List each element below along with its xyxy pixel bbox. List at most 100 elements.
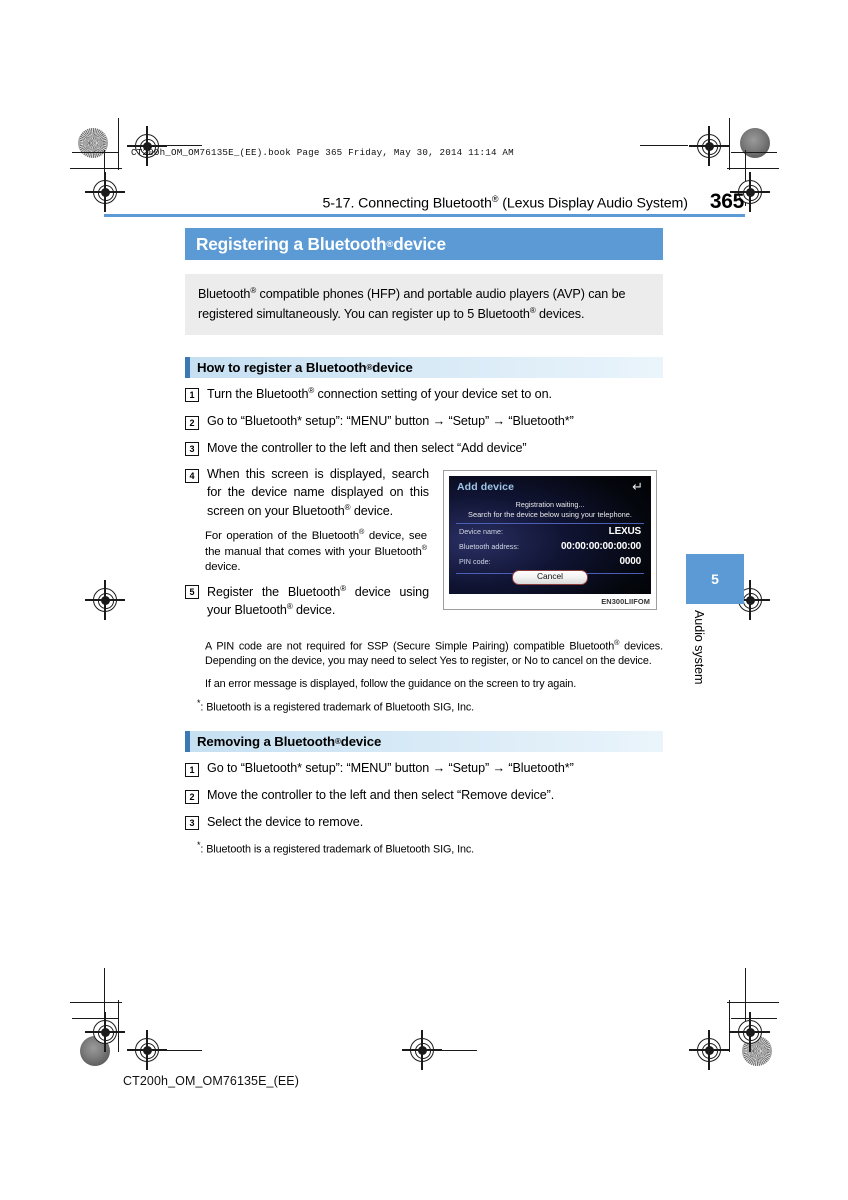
cancel-button[interactable]: Cancel: [512, 570, 588, 586]
step-number-badge: 2: [185, 415, 199, 430]
registered-mark-icon: ®: [421, 543, 427, 553]
registration-mark: [85, 1012, 125, 1052]
step-text: Go to “Bluetooth* setup”: “MENU” button …: [207, 414, 574, 429]
section-intro-box: Bluetooth® compatible phones (HFP) and p…: [185, 274, 663, 336]
step-text-a: When this screen is displayed, search fo…: [207, 467, 429, 518]
crop-mark-line: [435, 1049, 477, 1051]
crop-mark-line: [70, 1002, 122, 1003]
crop-mark-line: [727, 1002, 779, 1003]
step-text: Select the device to remove.: [207, 814, 364, 829]
step-number-badge: 2: [185, 789, 199, 804]
row-label: PIN code:: [459, 557, 491, 567]
register-note-pin: A PIN code are not required for SSP (Sec…: [205, 638, 663, 668]
subsection-header-remove: Removing a Bluetooth ® device: [185, 731, 663, 753]
step-text: When this screen is displayed, search fo…: [207, 466, 429, 520]
step-text-a: Turn the Bluetooth: [207, 387, 309, 402]
remove-footnote-text: : Bluetooth is a registered trademark of…: [200, 843, 475, 856]
table-row: PIN code: 0000: [456, 556, 644, 571]
head-unit-display: Add device ↵ Registration waiting... Sea…: [449, 476, 651, 595]
step-number-badge: 3: [185, 442, 199, 457]
print-file-stamp: CT200h_OM_OM76135E_(EE).book Page 365 Fr…: [131, 147, 514, 158]
list-item: 3 Move the controller to the left and th…: [185, 440, 663, 458]
device-screen-figure: Add device ↵ Registration waiting... Sea…: [443, 470, 657, 611]
crop-mark-line: [70, 168, 122, 169]
screen-message-line-2: Search for the device below using your t…: [468, 510, 632, 520]
remove-steps-list: 1 Go to “Bluetooth* setup”: “MENU” butto…: [185, 760, 663, 831]
table-row: Device name: LEXUS: [456, 526, 644, 541]
registration-mark: [127, 1030, 167, 1070]
intro-text-b: compatible phones (HFP) and portable aud…: [256, 287, 609, 302]
step-figure-text-column: 4 When this screen is displayed, search …: [185, 466, 431, 629]
row-label: Device name:: [459, 527, 503, 537]
step-text: Move the controller to the left and then…: [207, 440, 527, 455]
registration-mark: [85, 580, 125, 620]
chapter-tab-label: Audio system: [692, 610, 706, 685]
running-head: 5-17. Connecting Bluetooth® (Lexus Displ…: [104, 190, 744, 214]
page-number: 365: [709, 190, 744, 213]
row-value: 0000: [619, 556, 642, 568]
screen-title: Add device: [457, 481, 515, 494]
step-figure-image-column: Add device ↵ Registration waiting... Sea…: [431, 466, 663, 629]
crop-mark-line: [727, 168, 779, 169]
registration-mark: [402, 1030, 442, 1070]
remove-footnote: *: Bluetooth is a registered trademark o…: [185, 840, 663, 856]
running-head-text: 5-17. Connecting Bluetooth® (Lexus Displ…: [322, 194, 688, 212]
registration-mark: [730, 1012, 770, 1052]
screen-message-line-1: Registration waiting...: [515, 500, 585, 510]
screen-info-table: Device name: LEXUS Bluetooth address: 00…: [456, 523, 644, 575]
step-number-badge: 3: [185, 816, 199, 831]
list-item: 1 Turn the Bluetooth® connection setting…: [185, 385, 663, 404]
crop-mark-line: [745, 968, 746, 1024]
step-figure-split: 4 When this screen is displayed, search …: [185, 466, 663, 629]
crop-mark-line: [731, 1018, 777, 1019]
registration-mark: [689, 1030, 729, 1070]
section-title-bar: Registering a Bluetooth ® device: [185, 228, 663, 260]
running-head-prefix: 5-17. Connecting Bluetooth: [322, 196, 492, 212]
figure-code: EN300LIIFOM: [601, 597, 650, 607]
list-item: 1 Go to “Bluetooth* setup”: “MENU” butto…: [185, 760, 663, 778]
step-number-badge: 4: [185, 468, 199, 483]
main-content-column: Registering a Bluetooth ® device Bluetoot…: [185, 228, 663, 856]
step-4-note-c: device.: [205, 561, 241, 574]
subsection-header-register: How to register a Bluetooth ® device: [185, 357, 663, 379]
crop-mark-line: [118, 1000, 119, 1052]
crop-mark-line: [160, 144, 202, 146]
step-text-c: device.: [292, 603, 336, 618]
crop-mark-line: [729, 1000, 730, 1052]
register-note-pin-a: A PIN code are not required for SSP (Sec…: [205, 640, 615, 653]
list-item: 2 Move the controller to the left and th…: [185, 787, 663, 805]
row-label: Bluetooth address:: [459, 542, 519, 552]
step-text: Go to “Bluetooth* setup”: “MENU” button …: [207, 761, 574, 776]
registration-mark: [689, 126, 729, 166]
crop-mark-line: [72, 152, 118, 153]
register-steps-list: 1 Turn the Bluetooth® connection setting…: [185, 385, 663, 457]
step-4-note-a: For operation of the Bluetooth: [205, 529, 360, 542]
section-title-prefix: Registering a Bluetooth: [196, 233, 387, 254]
step-number-badge: 5: [185, 585, 199, 600]
row-value: 00:00:00:00:00:00: [561, 541, 641, 553]
register-footnote-text: : Bluetooth is a registered trademark of…: [200, 701, 475, 714]
subsection-title-prefix: Removing a Bluetooth: [197, 734, 335, 750]
crop-mark-line: [72, 1018, 118, 1019]
step-4-note: For operation of the Bluetooth® device, …: [205, 527, 427, 576]
crop-mark-line: [118, 118, 119, 170]
registered-mark-icon: ®: [386, 238, 394, 250]
running-head-suffix: (Lexus Display Audio System): [498, 196, 688, 212]
step-text-a: Register the Bluetooth: [207, 584, 341, 599]
register-footnote: *: Bluetooth is a registered trademark o…: [185, 698, 663, 714]
step-text-b: device.: [350, 503, 394, 518]
subsection-title-suffix: device: [340, 734, 382, 750]
crop-mark-line: [160, 1049, 202, 1051]
header-rule: [104, 214, 745, 217]
list-item: 4 When this screen is displayed, search …: [185, 466, 431, 520]
intro-text-d: devices.: [535, 306, 585, 321]
register-note-error: If an error message is displayed, follow…: [205, 677, 577, 690]
section-title-suffix: device: [393, 233, 446, 254]
table-row: Bluetooth address: 00:00:00:00:00:00: [456, 541, 644, 556]
step-text-b: connection setting of your device set to…: [314, 387, 552, 402]
list-item: 2 Go to “Bluetooth* setup”: “MENU” butto…: [185, 413, 663, 431]
step-text: Register the Bluetooth® device using you…: [207, 583, 429, 621]
step-number-badge: 1: [185, 387, 199, 402]
subsection-title-suffix: device: [372, 360, 413, 376]
back-arrow-icon[interactable]: ↵: [632, 480, 643, 493]
